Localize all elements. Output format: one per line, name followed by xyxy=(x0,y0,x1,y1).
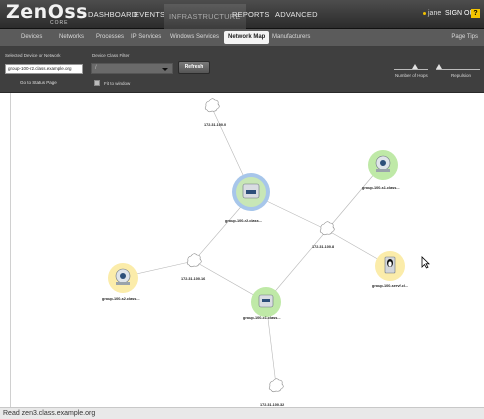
subnav-processes[interactable]: Processes xyxy=(96,34,124,40)
nav-events[interactable]: EVENTS xyxy=(134,10,165,19)
cloud-icon xyxy=(204,98,220,113)
device-class-filter-select[interactable]: / xyxy=(91,63,173,74)
device-class-filter-label: Device Class Filter xyxy=(92,53,130,58)
map-node-net8[interactable]: 172.31.100.8 xyxy=(312,221,335,249)
hops-slider-handle[interactable] xyxy=(412,64,418,69)
node-label-net16: 172.31.100.16 xyxy=(181,277,205,281)
repulsion-slider-track[interactable] xyxy=(436,69,480,70)
chevron-down-icon xyxy=(162,68,168,71)
mouse-cursor-icon xyxy=(421,256,430,269)
map-node-serv[interactable]: group-100-servf.cl... xyxy=(372,251,408,288)
map-node-s2[interactable]: group-100-s2.class... xyxy=(102,263,140,301)
selected-device-label: Selected Device or Network xyxy=(5,53,61,58)
subnav-windows-services[interactable]: Windows Services xyxy=(170,34,219,40)
refresh-button[interactable]: Refresh xyxy=(178,61,210,74)
subnav-networks[interactable]: Networks xyxy=(59,34,84,40)
map-node-s1[interactable]: group-100-s1.class... xyxy=(362,150,400,190)
node-label-s2: group-100-s2.class... xyxy=(102,297,140,301)
router-icon-base xyxy=(376,169,390,172)
fit-window-label: Fit to window xyxy=(104,81,131,86)
linux-icon-belly xyxy=(388,261,392,267)
map-node-r2[interactable]: group-100-r2.class... xyxy=(225,173,270,223)
hops-slider-track[interactable] xyxy=(394,69,428,70)
edge-layer xyxy=(122,107,389,386)
node-label-c1: group-100-c1.class... xyxy=(243,316,281,320)
zenoss-logo[interactable]: ZenOss CORE xyxy=(6,1,87,28)
nav-dashboard[interactable]: DASHBOARD xyxy=(88,10,137,19)
router-icon-base xyxy=(116,282,130,285)
map-node-net16[interactable]: 172.31.100.16 xyxy=(181,253,205,281)
router-icon-face xyxy=(120,273,126,279)
node-label-net8: 172.31.100.8 xyxy=(312,245,334,249)
status-text: Read zen3.class.example.org xyxy=(3,410,96,417)
logo-text: ZenOss xyxy=(6,1,88,23)
logo-subtext: CORE xyxy=(50,20,69,26)
router-icon-face xyxy=(246,190,256,194)
subnav-network-map[interactable]: Network Map xyxy=(224,31,270,44)
subnav-manufacturers[interactable]: Manufacturers xyxy=(272,34,310,40)
goto-status-link[interactable]: Go to Status Page xyxy=(20,80,57,85)
page-tips-link[interactable]: Page Tips xyxy=(451,34,478,40)
fit-window-checkbox[interactable] xyxy=(94,80,100,86)
repulsion-label: Repulsion xyxy=(451,73,472,78)
cloud-icon xyxy=(268,378,284,393)
router-icon-face xyxy=(262,299,270,302)
status-bar: Read zen3.class.example.org xyxy=(0,407,484,419)
node-label-s1: group-100-s1.class... xyxy=(362,186,400,190)
map-controls: Selected Device or Network group-100-r2.… xyxy=(0,47,484,93)
map-node-net0[interactable]: 172.31.100.0 xyxy=(204,98,226,127)
nav-advanced[interactable]: ADVANCED xyxy=(275,10,318,19)
username[interactable]: jane xyxy=(428,10,441,17)
top-nav-bar: ZenOss CORE DASHBOARD EVENTS INFRASTRUCT… xyxy=(0,0,484,29)
node-label-r2: group-100-r2.class... xyxy=(225,219,262,223)
node-label-net0: 172.31.100.0 xyxy=(204,123,226,127)
selected-device-input[interactable]: group-100-r2.class.example.org xyxy=(5,64,83,74)
router-icon-face xyxy=(380,160,386,166)
help-icon[interactable]: ? xyxy=(471,9,480,18)
subnav-devices[interactable]: Devices xyxy=(21,34,42,40)
nav-reports[interactable]: REPORTS xyxy=(232,10,270,19)
device-class-filter-value: / xyxy=(95,65,97,71)
user-icon xyxy=(423,12,426,15)
cloud-icon xyxy=(186,253,202,268)
map-node-net32[interactable]: 172.31.100.32 xyxy=(260,378,284,407)
repulsion-slider-handle[interactable] xyxy=(436,64,442,69)
node-label-serv: group-100-servf.cl... xyxy=(372,284,408,288)
network-map-canvas[interactable]: 172.31.100.0 group-100-r2.class... group… xyxy=(11,93,484,407)
sub-nav-bar: Devices Networks Processes IP Services W… xyxy=(0,29,484,47)
network-map[interactable]: 172.31.100.0 group-100-r2.class... group… xyxy=(11,93,484,407)
subnav-ip-services[interactable]: IP Services xyxy=(131,34,161,40)
hops-label: Number of Hops xyxy=(395,73,428,78)
